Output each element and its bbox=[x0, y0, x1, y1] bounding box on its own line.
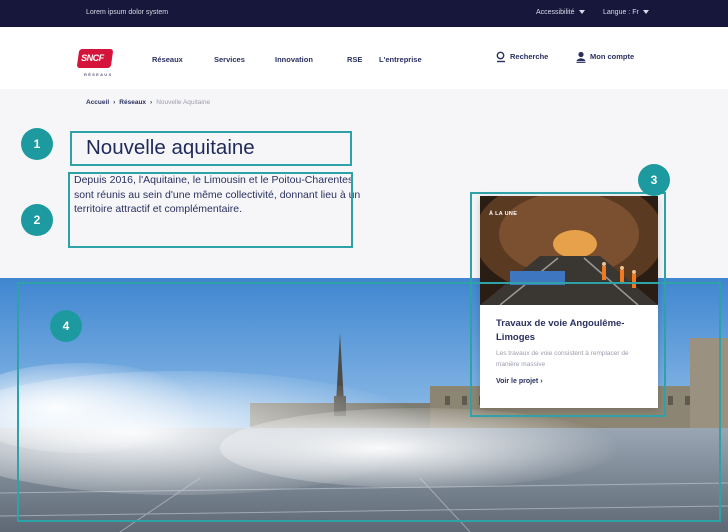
annotation-marker-1: 1 bbox=[21, 128, 53, 160]
annotation-box-4 bbox=[17, 282, 721, 522]
chevron-down-icon bbox=[642, 10, 649, 15]
user-icon bbox=[576, 51, 586, 63]
top-utility-bar: Lorem ipsum dolor system Accessibilité L… bbox=[0, 0, 728, 27]
nav-item-reseaux[interactable]: Réseaux bbox=[152, 55, 183, 64]
search-button[interactable]: Recherche bbox=[496, 51, 548, 63]
annotation-box-2 bbox=[68, 172, 353, 248]
sncf-logo[interactable]: SNCF bbox=[76, 49, 114, 68]
annotation-marker-2: 2 bbox=[21, 204, 53, 236]
accessibility-label: Accessibilité bbox=[536, 9, 575, 16]
nav-item-rse[interactable]: RSE bbox=[347, 55, 362, 64]
breadcrumb-reseaux[interactable]: Réseaux bbox=[119, 99, 146, 106]
chevron-right-icon: › bbox=[113, 99, 116, 106]
annotation-box-1 bbox=[70, 131, 352, 166]
search-label: Recherche bbox=[510, 51, 549, 61]
accessibility-menu[interactable]: Accessibilité bbox=[536, 9, 585, 16]
search-icon bbox=[496, 51, 505, 63]
breadcrumb-home[interactable]: Accueil bbox=[86, 99, 109, 106]
main-navigation: SNCF RÉSEAUX Réseaux Services Innovation… bbox=[0, 27, 728, 89]
top-bar-tagline: Lorem ipsum dolor system bbox=[86, 9, 169, 16]
chevron-down-icon bbox=[578, 10, 585, 15]
chevron-right-icon: › bbox=[150, 99, 153, 106]
account-button[interactable]: Mon compte bbox=[576, 51, 634, 63]
breadcrumb: Accueil › Réseaux › Nouvelle Aquitaine bbox=[86, 99, 210, 106]
sncf-logo-text: SNCF bbox=[81, 53, 104, 63]
account-label: Mon compte bbox=[590, 51, 635, 61]
language-label: Langue : Fr bbox=[603, 9, 639, 16]
annotation-marker-3: 3 bbox=[638, 164, 670, 196]
annotation-marker-4: 4 bbox=[50, 310, 82, 342]
nav-item-innovation[interactable]: Innovation bbox=[275, 55, 313, 64]
nav-item-services[interactable]: Services bbox=[214, 55, 245, 64]
language-menu[interactable]: Langue : Fr bbox=[603, 9, 649, 16]
nav-item-entreprise[interactable]: L'entreprise bbox=[379, 55, 422, 64]
breadcrumb-current: Nouvelle Aquitaine bbox=[156, 99, 211, 106]
sncf-logo-subtitle: RÉSEAUX bbox=[84, 72, 113, 77]
